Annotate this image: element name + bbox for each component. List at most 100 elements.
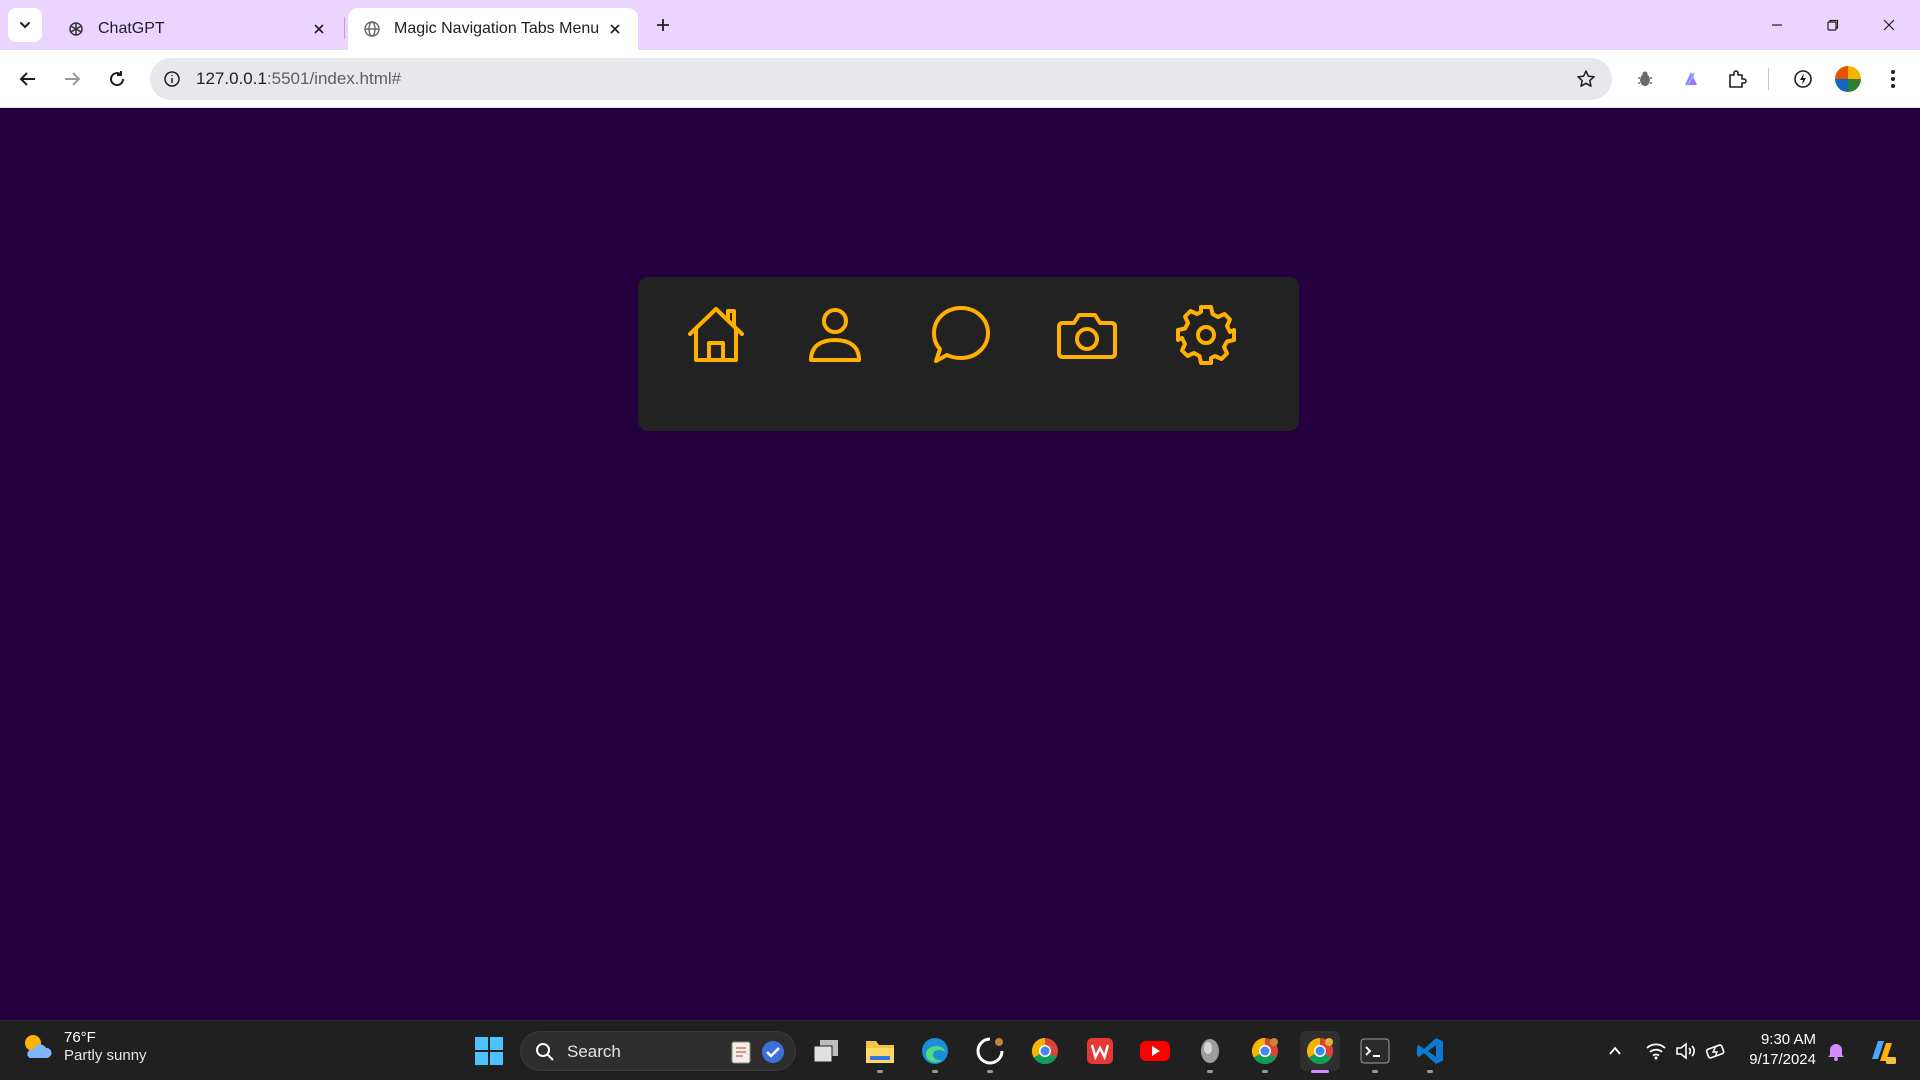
browser-menu-button[interactable] [1878, 64, 1908, 94]
search-label: Search [567, 1042, 621, 1061]
wifi-status[interactable] [1640, 1031, 1672, 1071]
chrome-icon [1031, 1037, 1058, 1065]
running-indicator [1207, 1070, 1213, 1073]
nav-item-photos[interactable] [1055, 303, 1119, 367]
weather-widget[interactable]: 76°F Partly sunny [20, 1029, 147, 1065]
copilot-button[interactable] [1862, 1031, 1902, 1071]
youtube-icon [1140, 1041, 1170, 1061]
close-icon [1883, 19, 1895, 31]
profile-avatar[interactable] [1833, 64, 1863, 94]
new-tab-button[interactable] [650, 12, 676, 38]
chrome-active-icon [1306, 1037, 1333, 1065]
chevron-up-icon [1609, 1046, 1621, 1055]
app-icon [1201, 1039, 1219, 1063]
taskbar-app-chrome-active[interactable] [1300, 1031, 1340, 1073]
bookmark-star-icon[interactable] [1574, 67, 1598, 91]
battery-status[interactable] [1700, 1031, 1732, 1071]
url-path: :5501/index.html# [266, 69, 402, 88]
running-indicator [1427, 1070, 1433, 1073]
search-icon [536, 1043, 554, 1061]
taskbar-app-vscode[interactable] [1410, 1031, 1450, 1073]
extensions-puzzle-icon[interactable] [1722, 64, 1752, 94]
show-hidden-icons-button[interactable] [1601, 1031, 1629, 1071]
taskbar-app-unknown[interactable] [1190, 1031, 1230, 1073]
navigation-menu [638, 277, 1299, 431]
windows-start-icon [475, 1037, 503, 1065]
avatar [1835, 66, 1861, 92]
vscode-icon [1417, 1038, 1443, 1064]
user-icon [809, 308, 861, 362]
taskbar-app-chrome-profile[interactable] [1245, 1031, 1285, 1073]
minimize-button[interactable] [1754, 10, 1800, 40]
weather-temperature: 76°F [64, 1029, 96, 1046]
taskbar-app-wps-office[interactable] [1080, 1031, 1120, 1071]
taskbar-app-chrome[interactable] [1025, 1031, 1065, 1071]
tab-title: ChatGPT [98, 20, 165, 37]
gear-icon [1176, 305, 1236, 365]
arrow-left-icon [19, 72, 35, 86]
taskbar-app-task-view[interactable] [806, 1031, 846, 1071]
system-clock[interactable]: 9:30 AM 9/17/2024 [1749, 1030, 1816, 1070]
taskbar-app-github[interactable] [970, 1031, 1010, 1073]
taskbar-app-file-explorer[interactable] [860, 1031, 900, 1073]
address-bar[interactable]: 127.0.0.1:5501/index.html# [150, 58, 1612, 100]
taskbar-app-terminal[interactable] [1355, 1031, 1395, 1073]
restore-icon [1827, 19, 1839, 31]
tab-magic-navigation[interactable]: Magic Navigation Tabs Menu [348, 8, 638, 50]
notifications-button[interactable] [1822, 1031, 1850, 1071]
taskbar-app-youtube[interactable] [1135, 1031, 1175, 1071]
nav-item-home[interactable] [684, 303, 748, 367]
weather-condition: Partly sunny [64, 1047, 147, 1064]
chrome-profile-icon [1251, 1037, 1278, 1065]
clock-date: 9/17/2024 [1749, 1051, 1816, 1068]
start-button[interactable] [469, 1031, 509, 1071]
windows-taskbar: 76°F Partly sunny Search 9:30 AM 9/17/20… [0, 1020, 1920, 1080]
nav-item-message[interactable] [929, 303, 993, 367]
performance-icon[interactable] [1788, 64, 1818, 94]
minimize-icon [1772, 24, 1782, 26]
taskbar-app-edge[interactable] [915, 1031, 955, 1073]
arrow-right-icon [65, 72, 81, 86]
partly-sunny-icon [20, 1030, 54, 1064]
github-icon [976, 1036, 1005, 1065]
camera-icon [1057, 313, 1117, 359]
bell-icon [1828, 1044, 1844, 1061]
nav-item-profile[interactable] [803, 303, 867, 367]
search-highlight-icon [727, 1038, 787, 1066]
taskbar-search[interactable]: Search [520, 1031, 796, 1071]
running-indicator [877, 1070, 883, 1073]
running-indicator [987, 1070, 993, 1073]
wifi-icon [1646, 1043, 1666, 1060]
tab-chatgpt[interactable]: ChatGPT [52, 8, 342, 50]
more-vertical-icon [1891, 70, 1895, 88]
home-icon [688, 307, 744, 362]
close-tab-icon[interactable] [604, 18, 626, 40]
site-info-icon[interactable] [160, 67, 184, 91]
back-button[interactable] [12, 63, 44, 95]
running-indicator [932, 1070, 938, 1073]
volume-status[interactable] [1670, 1031, 1702, 1071]
close-tab-icon[interactable] [308, 18, 330, 40]
active-indicator [1311, 1070, 1329, 1073]
volume-icon [1676, 1042, 1695, 1060]
bug-extension-icon[interactable] [1630, 64, 1660, 94]
running-indicator [1262, 1070, 1268, 1073]
running-indicator [1372, 1070, 1378, 1073]
restore-button[interactable] [1810, 10, 1856, 40]
chevron-down-icon [20, 22, 30, 29]
nav-item-settings[interactable] [1174, 303, 1238, 367]
url-text[interactable]: 127.0.0.1:5501/index.html# [196, 69, 401, 89]
reload-icon [110, 71, 125, 87]
reload-button[interactable] [101, 63, 133, 95]
tab-divider [344, 17, 345, 39]
plus-icon [657, 19, 669, 31]
tab-strip: ChatGPT Magic Navigation Tabs Menu [0, 0, 1920, 50]
gemini-extension-icon[interactable] [1676, 64, 1706, 94]
task-view-icon [813, 1040, 838, 1063]
terminal-icon [1360, 1038, 1390, 1064]
chat-bubble-icon [932, 306, 990, 363]
close-window-button[interactable] [1866, 10, 1912, 40]
copilot-icon [1872, 1041, 1896, 1064]
forward-button[interactable] [56, 63, 88, 95]
tab-search-button[interactable] [8, 8, 42, 42]
